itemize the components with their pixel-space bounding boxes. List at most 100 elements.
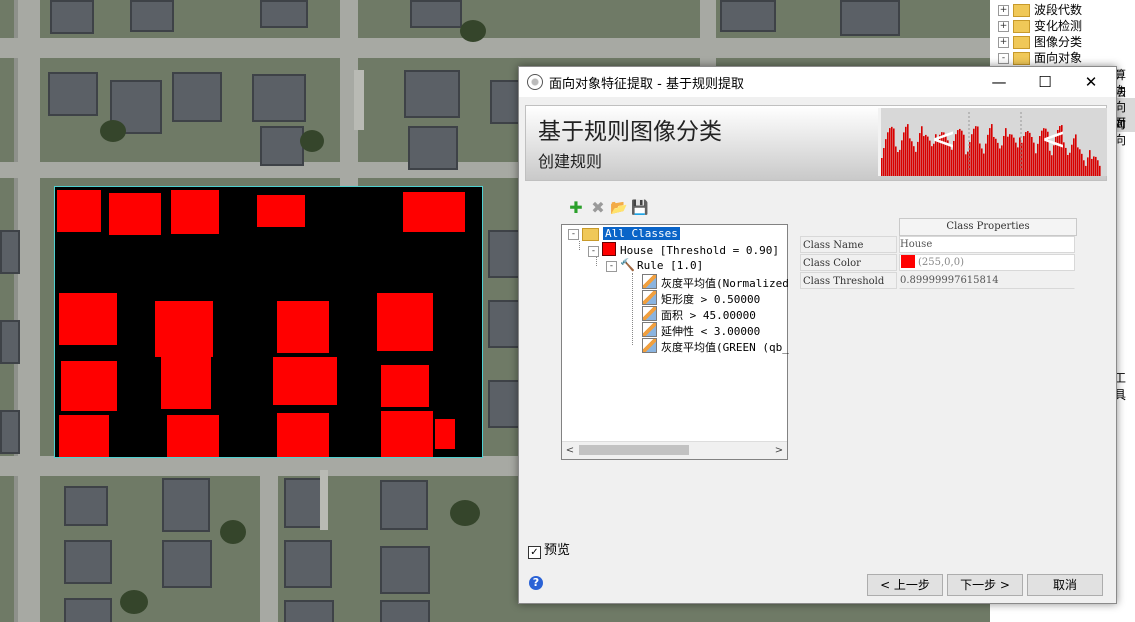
house — [64, 540, 112, 584]
histogram-bar — [1073, 138, 1075, 176]
tree-line — [632, 273, 633, 345]
class-name-field[interactable]: House — [899, 236, 1075, 253]
cancel-button[interactable]: 取消 — [1027, 574, 1103, 596]
collapse-icon[interactable]: - — [606, 260, 617, 272]
scroll-right-icon[interactable]: > — [771, 442, 787, 459]
root-label: All Classes — [603, 227, 680, 240]
feature-icon — [642, 322, 657, 337]
collapse-icon[interactable]: - — [568, 228, 579, 240]
delete-icon[interactable]: ✖ — [589, 199, 607, 217]
histogram-bar — [887, 132, 889, 176]
tree-node-feature[interactable]: 面积 > 45.00000 — [642, 306, 756, 322]
color-swatch[interactable] — [901, 255, 915, 268]
dialog-title: 面向对象特征提取 - 基于规则提取 — [549, 77, 744, 92]
house-blob — [277, 413, 329, 457]
toolbox-fragment: 面向 — [1114, 116, 1127, 147]
histogram-svg — [881, 112, 1101, 176]
histogram-bar — [1009, 134, 1011, 176]
close-button[interactable]: ✕ — [1068, 67, 1114, 97]
property-label: Class Threshold — [800, 272, 897, 289]
minimize-button[interactable]: — — [976, 67, 1022, 97]
histogram-bar — [989, 128, 991, 176]
histogram-bar — [975, 126, 977, 176]
histogram-bar — [969, 142, 971, 176]
house-blob — [435, 419, 455, 449]
house-blob — [161, 357, 211, 409]
house-blob — [155, 301, 213, 357]
house — [50, 0, 94, 34]
color-value: (255,0,0) — [918, 257, 964, 268]
class-color-field[interactable]: (255,0,0) — [899, 254, 1075, 271]
house — [64, 486, 108, 526]
maximize-button[interactable]: ☐ — [1022, 67, 1068, 97]
property-label: Class Name — [800, 236, 897, 253]
histogram-bar — [1029, 132, 1031, 176]
house — [720, 0, 776, 32]
house — [130, 0, 174, 32]
histogram-bar — [1027, 131, 1029, 176]
histogram-bar — [987, 134, 989, 176]
collapse-icon[interactable]: - — [998, 53, 1009, 64]
house — [488, 230, 522, 278]
rule-tree[interactable]: - All Classes - House [Threshold = 0.90] -… — [561, 224, 789, 460]
collapse-icon[interactable]: - — [588, 245, 599, 257]
class-color-icon — [602, 242, 616, 256]
house-blob — [59, 293, 117, 345]
toolbox-item-label: 波段代数 — [1034, 3, 1083, 17]
help-icon[interactable]: ? — [529, 576, 543, 590]
save-icon[interactable]: 💾 — [631, 199, 649, 217]
toolbox-item[interactable]: + 变化检测 — [990, 18, 1082, 34]
histogram-bar — [893, 128, 895, 176]
toolbox-item-label: 图像分类 — [1034, 35, 1083, 49]
preview-checkbox[interactable]: ✓ 预览 — [528, 539, 570, 559]
histogram-bar — [959, 128, 961, 176]
open-folder-icon[interactable]: 📂 — [610, 199, 628, 217]
histogram-bar — [911, 141, 913, 176]
driveway — [320, 470, 328, 530]
folder-icon — [582, 227, 599, 241]
next-button[interactable]: 下一步 > — [947, 574, 1023, 596]
toolbox-item[interactable]: + 图像分类 — [990, 34, 1082, 50]
histogram-bar — [1003, 135, 1005, 176]
checkbox-icon[interactable]: ✓ — [528, 546, 541, 559]
folder-icon — [1013, 20, 1030, 33]
house — [380, 546, 430, 594]
tree-node-feature[interactable]: 延伸性 < 3.00000 — [642, 322, 760, 338]
expand-icon[interactable]: + — [998, 21, 1009, 32]
horizontal-scrollbar[interactable]: < > — [562, 441, 787, 459]
tree-node-root[interactable]: - All Classes — [568, 226, 680, 242]
house — [380, 600, 430, 622]
toolbox-fragment: 工具 — [1114, 371, 1127, 402]
histogram-bar — [885, 139, 887, 176]
tree — [100, 120, 126, 142]
histogram-bar — [891, 126, 893, 176]
histogram-bar — [981, 148, 983, 176]
app-icon — [527, 74, 543, 90]
tree-node-rule[interactable]: - 🔨 Rule [1.0] — [606, 258, 703, 274]
feature-icon — [642, 274, 657, 289]
tree-node-feature[interactable]: 灰度平均值(GREEN (qb_ — [642, 338, 789, 354]
tree-node-feature[interactable]: 灰度平均值(Normalized — [642, 274, 789, 290]
expand-icon[interactable]: + — [998, 5, 1009, 16]
toolbox-item[interactable]: + 波段代数 — [990, 2, 1082, 18]
tree-node-class[interactable]: - House [Threshold = 0.90] — [588, 242, 779, 258]
scroll-left-icon[interactable]: < — [562, 442, 578, 459]
histogram-bar — [1005, 128, 1007, 176]
house — [252, 74, 306, 122]
back-button[interactable]: < 上一步 — [867, 574, 943, 596]
house-blob — [59, 415, 109, 457]
histogram-bar — [1011, 134, 1013, 176]
histogram-bar — [1037, 143, 1039, 176]
histogram-bar — [1097, 160, 1099, 176]
feature-icon — [642, 306, 657, 321]
tree-node-feature[interactable]: 矩形度 > 0.50000 — [642, 290, 760, 306]
title-bar[interactable]: 面向对象特征提取 - 基于规则提取 — ☐ ✕ — [519, 67, 1116, 97]
scrollbar-thumb[interactable] — [579, 445, 689, 455]
toolbox-item[interactable]: - 面向对象 — [990, 50, 1082, 66]
class-threshold-field[interactable]: 0.89999997615814 — [899, 272, 1075, 289]
add-icon[interactable]: ✚ — [567, 199, 585, 217]
expand-icon[interactable]: + — [998, 37, 1009, 48]
histogram-bar — [1089, 150, 1091, 176]
house — [410, 0, 462, 28]
histogram-bar — [999, 148, 1001, 176]
